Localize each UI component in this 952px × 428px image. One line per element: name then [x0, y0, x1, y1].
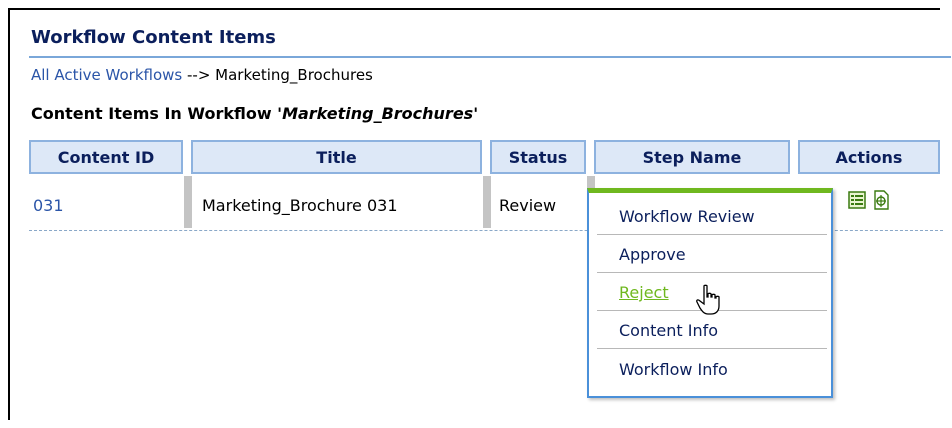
menu-item-content-info[interactable]: Content Info [597, 313, 827, 349]
breadcrumb-separator: --> [182, 66, 216, 84]
section-title-prefix: Content Items In Workflow [31, 104, 278, 123]
menu-item-label: Reject [619, 283, 669, 302]
cell-title: Marketing_Brochure 031 [202, 196, 398, 215]
breadcrumb-all-workflows-link[interactable]: All Active Workflows [31, 66, 182, 84]
column-header-step-name[interactable]: Step Name [594, 140, 790, 174]
menu-item-label: Workflow Info [619, 359, 728, 379]
column-header-status[interactable]: Status [490, 140, 586, 174]
section-title-workflow: 'Marketing_Brochures' [277, 104, 479, 123]
breadcrumb-current: Marketing_Brochures [215, 66, 373, 84]
cell-content-id[interactable]: 031 [33, 196, 64, 215]
column-separator [483, 176, 491, 228]
info-page-icon[interactable] [872, 190, 890, 210]
cell-status: Review [499, 196, 557, 215]
column-header-actions[interactable]: Actions [798, 140, 940, 174]
menu-item-label: Approve [619, 245, 686, 264]
menu-item-workflow-review[interactable]: Workflow Review [597, 199, 827, 235]
menu-item-label: Workflow Review [619, 207, 755, 226]
title-divider [29, 56, 951, 58]
section-title: Content Items In Workflow 'Marketing_Bro… [31, 104, 478, 123]
column-separator [184, 176, 192, 228]
menu-item-workflow-info[interactable]: Workflow Info [597, 351, 827, 387]
breadcrumb: All Active Workflows --> Marketing_Broch… [31, 66, 373, 84]
menu-item-approve[interactable]: Approve [597, 237, 827, 273]
column-header-content-id[interactable]: Content ID [29, 140, 183, 174]
page-title: Workflow Content Items [31, 27, 276, 48]
list-icon[interactable] [848, 190, 866, 210]
column-header-title[interactable]: Title [191, 140, 482, 174]
menu-item-label: Content Info [619, 321, 718, 340]
hand-cursor-icon [696, 284, 720, 315]
